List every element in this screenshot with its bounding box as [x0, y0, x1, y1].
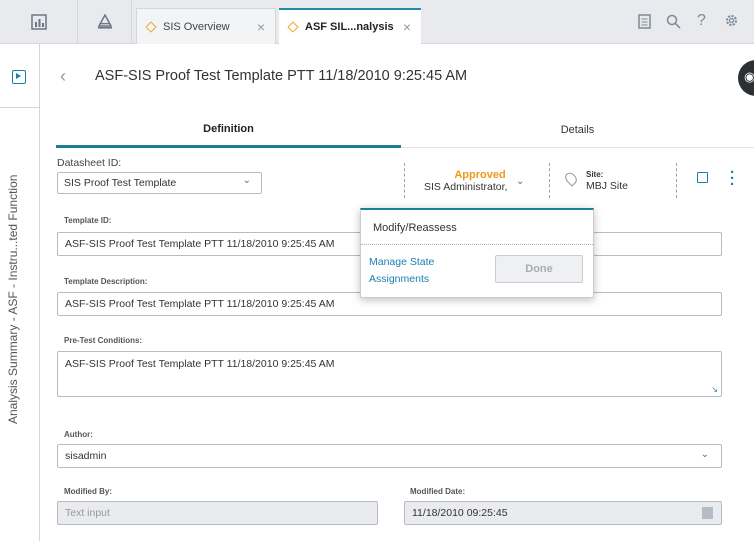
tab-asf-sil-analysis[interactable]: ASF SIL...nalysis × [279, 8, 421, 44]
tab-sis-overview[interactable]: SIS Overview × [136, 8, 276, 44]
manage-state-assignments-link[interactable]: Manage State Assignments [369, 254, 459, 288]
tab-label: Definition [203, 122, 254, 135]
module-icon [145, 20, 157, 33]
notes-icon[interactable] [638, 14, 652, 34]
pretest-conditions-textarea[interactable]: ASF-SIS Proof Test Template PTT 11/18/20… [57, 351, 722, 397]
divider [549, 163, 550, 198]
state-status[interactable]: Approved [430, 169, 530, 181]
pretest-conditions-value: ASF-SIS Proof Test Template PTT 11/18/20… [65, 358, 335, 370]
calendar-icon [702, 507, 713, 519]
chevron-down-icon: ⌄ [700, 449, 709, 460]
author-value: sisadmin [65, 450, 107, 462]
site-value: MBJ Site [586, 180, 629, 192]
tab-details[interactable]: Details [401, 112, 754, 148]
chevron-down-icon: ⌄ [242, 175, 251, 186]
template-id-value: ASF-SIS Proof Test Template PTT 11/18/20… [65, 238, 335, 250]
modify-reassess-option[interactable]: Modify/Reassess [373, 222, 457, 234]
modified-by-placeholder: Text input [65, 507, 110, 519]
datasheet-select[interactable]: SIS Proof Test Template ⌄ [57, 172, 262, 194]
state-assignee[interactable]: SIS Administrator, [424, 181, 507, 193]
datasheet-label: Datasheet ID: [57, 157, 122, 169]
action-menu-button[interactable]: ◉ [738, 60, 754, 96]
divider [361, 244, 593, 245]
top-bar: SIS Overview × ASF SIL...nalysis × ? [0, 0, 754, 44]
modified-date-field: 11/18/2010 09:25:45 [404, 501, 722, 525]
back-icon[interactable]: ‹ [60, 66, 66, 87]
divider [404, 163, 405, 198]
datasheet-value: SIS Proof Test Template [64, 177, 177, 189]
subtab-bar: Definition Details [56, 112, 754, 148]
search-icon[interactable] [666, 14, 681, 33]
help-icon[interactable]: ? [697, 12, 706, 30]
modified-by-label: Modified By: [64, 487, 112, 496]
template-description-value: ASF-SIS Proof Test Template PTT 11/18/20… [65, 298, 335, 310]
home-icon [97, 14, 112, 29]
site-label: Site: [586, 170, 604, 179]
close-icon[interactable]: × [403, 19, 411, 35]
dashboard-button[interactable] [0, 0, 78, 44]
divider [676, 163, 677, 198]
page-title: ASF-SIS Proof Test Template PTT 11/18/20… [95, 68, 468, 84]
done-button[interactable]: Done [495, 255, 583, 283]
chevron-down-icon[interactable]: ⌄ [516, 176, 524, 187]
modified-by-field: Text input [57, 501, 378, 525]
location-pin-icon [562, 170, 580, 187]
tab-label: SIS Overview [163, 20, 230, 33]
state-popover: Modify/Reassess Manage State Assignments… [360, 208, 594, 298]
resize-handle-icon[interactable]: ↘ [711, 385, 718, 394]
pretest-conditions-label: Pre-Test Conditions: [64, 336, 143, 345]
dashboard-icon [30, 14, 47, 30]
close-icon[interactable]: × [257, 19, 265, 35]
tab-definition[interactable]: Definition [56, 112, 401, 148]
template-description-label: Template Description: [64, 277, 148, 286]
home-button[interactable] [78, 0, 132, 44]
tab-label: ASF SIL...nalysis [305, 21, 394, 33]
author-label: Author: [64, 430, 93, 439]
save-icon[interactable] [697, 172, 708, 183]
divider [0, 107, 40, 108]
analysis-summary-label[interactable]: Analysis Summary - ASF - Instru...ted Fu… [6, 175, 20, 424]
more-options-icon[interactable]: · · · [730, 165, 735, 192]
author-select[interactable]: sisadmin ⌄ [57, 444, 722, 468]
modified-date-label: Modified Date: [410, 487, 466, 496]
eye-icon: ◉ [744, 69, 754, 84]
left-rail: Analysis Summary - ASF - Instru...ted Fu… [0, 44, 40, 541]
gear-icon[interactable] [724, 13, 739, 32]
expand-panel-icon[interactable] [12, 70, 26, 84]
module-icon [287, 21, 299, 33]
modified-date-value: 11/18/2010 09:25:45 [412, 507, 508, 519]
template-id-label: Template ID: [64, 216, 112, 225]
tab-label: Details [560, 124, 595, 136]
